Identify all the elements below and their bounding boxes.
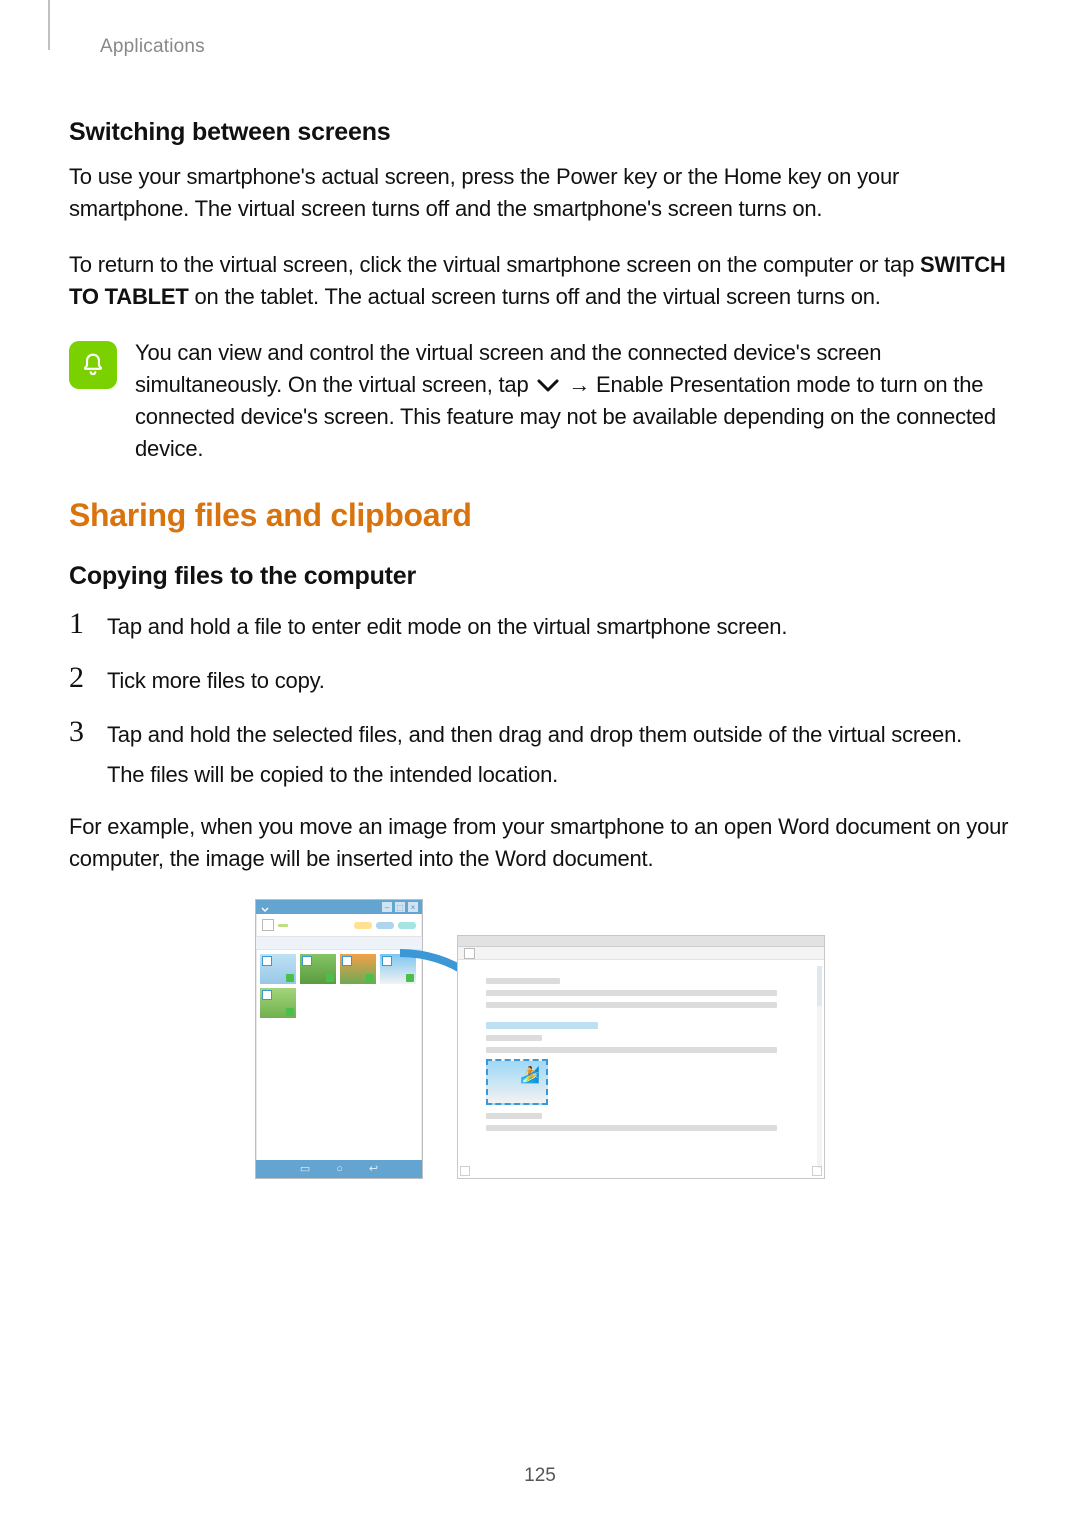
subheading-switching-screens: Switching between screens <box>69 118 1011 147</box>
text-line <box>486 1035 542 1041</box>
doc-menubar <box>458 947 824 960</box>
text-line <box>486 990 777 996</box>
gallery-thumbnail <box>300 954 336 984</box>
note-strong: Enable Presentation mode <box>596 372 850 397</box>
text-line <box>486 978 560 984</box>
phone-nav-bar: ▭ ○ ↩ <box>256 1160 422 1178</box>
doc-titlebar <box>458 936 824 947</box>
maximize-icon: ⬚ <box>395 902 405 912</box>
step-3: 3 Tap and hold the selected files, and t… <box>69 717 1011 791</box>
recents-icon: ▭ <box>300 1164 310 1175</box>
gallery-thumbnail <box>380 954 416 984</box>
illustration-inner: – ⬚ × <box>255 899 825 1179</box>
header-divider <box>48 0 50 50</box>
checkbox-icon <box>262 919 274 931</box>
album-header <box>256 937 422 950</box>
virtual-smartphone-window: – ⬚ × <box>255 899 423 1179</box>
step-1: 1 Tap and hold a file to enter edit mode… <box>69 609 1011 643</box>
chevron-down-icon <box>536 371 560 403</box>
document-window: 🏄 <box>457 935 825 1179</box>
illustration-drag-drop: – ⬚ × <box>69 899 1011 1179</box>
home-icon: ○ <box>336 1164 343 1175</box>
action-chip <box>398 922 416 929</box>
section-title-sharing: Sharing files and clipboard <box>69 497 1011 534</box>
step-text: Tick more files to copy. <box>107 663 325 697</box>
thumbnail-row <box>256 950 422 988</box>
text-line-highlight <box>486 1022 598 1029</box>
note-text: You can view and control the virtual scr… <box>135 337 1011 465</box>
close-icon: × <box>408 902 418 912</box>
step-text: Tap and hold a file to enter edit mode o… <box>107 609 787 643</box>
header-section-label: Applications <box>100 36 205 58</box>
minimize-icon: – <box>382 902 392 912</box>
bell-icon <box>79 351 107 379</box>
text-line <box>486 1002 777 1008</box>
text-line <box>486 1113 542 1119</box>
text-line <box>486 1047 777 1053</box>
gallery-thumbnail <box>260 954 296 984</box>
doc-content: 🏄 <box>458 960 824 1149</box>
step-2: 2 Tick more files to copy. <box>69 663 1011 697</box>
note-icon-box <box>69 341 117 389</box>
page-number: 125 <box>0 1465 1080 1487</box>
text-line <box>486 1125 777 1131</box>
phone-empty-area <box>256 1022 422 1160</box>
content-area: Switching between screens To use your sm… <box>69 118 1011 1179</box>
note-arrow: → <box>562 372 596 397</box>
paragraph-switching-2: To return to the virtual screen, click t… <box>69 249 1011 313</box>
phone-toolbar <box>256 914 422 937</box>
scrollbar-thumb <box>817 966 822 1006</box>
subheading-copying-files: Copying files to the computer <box>69 562 1011 591</box>
gallery-thumbnail <box>340 954 376 984</box>
para2-post: on the tablet. The actual screen turns o… <box>189 284 881 309</box>
step-number: 3 <box>69 717 91 747</box>
step-text: Tap and hold the selected files, and the… <box>107 717 962 791</box>
image-content-icon: 🏄 <box>520 1065 540 1085</box>
step3-main: Tap and hold the selected files, and the… <box>107 719 962 751</box>
phone-titlebar: – ⬚ × <box>256 900 422 914</box>
menu-icon <box>464 948 475 959</box>
chevron-down-icon <box>260 902 270 912</box>
window-buttons: – ⬚ × <box>382 902 418 912</box>
resize-handle-icon <box>812 1166 822 1176</box>
action-chip <box>376 922 394 929</box>
step3-sub: The files will be copied to the intended… <box>107 759 962 791</box>
example-paragraph: For example, when you move an image from… <box>69 811 1011 875</box>
back-icon: ↩ <box>369 1164 378 1175</box>
ordered-steps: 1 Tap and hold a file to enter edit mode… <box>69 609 1011 791</box>
para2-pre: To return to the virtual screen, click t… <box>69 252 920 277</box>
step-number: 2 <box>69 663 91 693</box>
thumbnail-row <box>256 988 422 1022</box>
action-chip <box>354 922 372 929</box>
dropped-image-placeholder: 🏄 <box>486 1059 548 1105</box>
resize-handle-icon <box>460 1166 470 1176</box>
page: Applications Switching between screens T… <box>0 0 1080 1527</box>
label-chip <box>278 924 288 927</box>
note-callout: You can view and control the virtual scr… <box>69 337 1011 465</box>
gallery-thumbnail <box>260 988 296 1018</box>
paragraph-switching-1: To use your smartphone's actual screen, … <box>69 161 1011 225</box>
step-number: 1 <box>69 609 91 639</box>
